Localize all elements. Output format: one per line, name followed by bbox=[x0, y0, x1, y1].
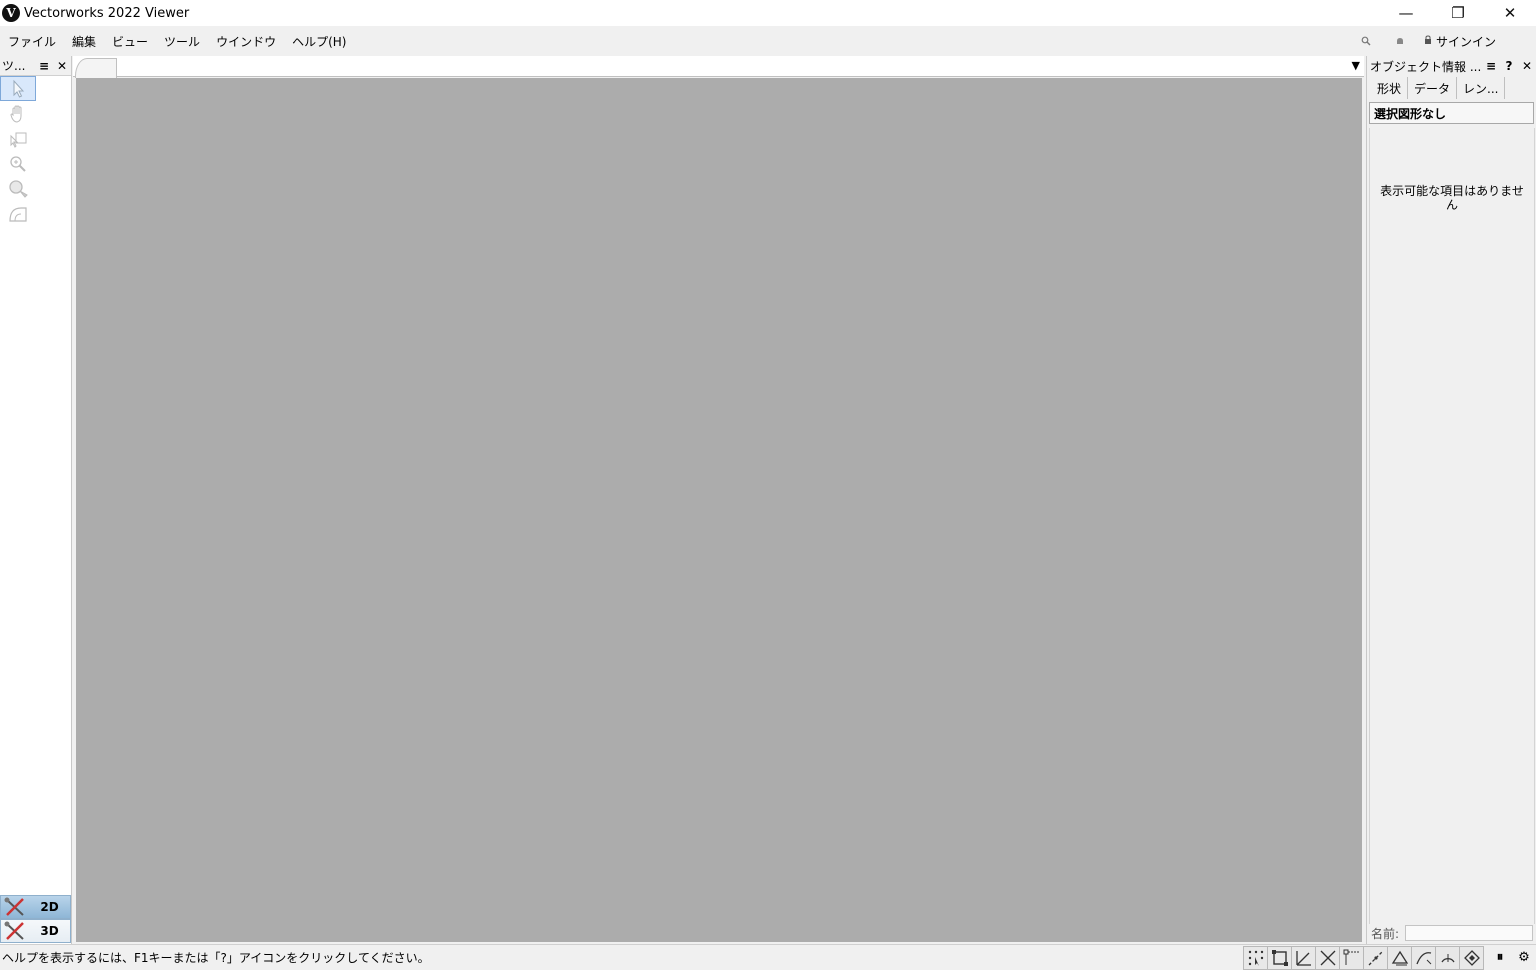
snap-tangent-icon bbox=[1368, 950, 1383, 965]
title-bar: V Vectorworks 2022 Viewer — ❐ ✕ bbox=[0, 0, 1536, 26]
menu-help[interactable]: ヘルプ(H) bbox=[284, 26, 354, 56]
sign-in-label: サインイン bbox=[1435, 34, 1496, 49]
tool-zoom[interactable] bbox=[0, 151, 36, 176]
tool-flyover[interactable] bbox=[0, 126, 36, 151]
tool-protractor[interactable] bbox=[0, 201, 36, 226]
selection-status: 選択図形なし bbox=[1369, 102, 1534, 124]
snap-arc-icon bbox=[1440, 953, 1455, 962]
flyover-icon bbox=[10, 132, 27, 148]
snap-object-button[interactable] bbox=[1267, 945, 1292, 970]
tool-selection[interactable] bbox=[0, 76, 36, 101]
menu-view[interactable]: ビュー bbox=[104, 26, 156, 56]
smart-edge-button[interactable] bbox=[1387, 945, 1412, 970]
help-hint-text: ヘルプを表示するには、F1キーまたは「?」アイコンをクリックしてください。 bbox=[2, 951, 430, 965]
notification-icon[interactable] bbox=[1390, 31, 1410, 51]
document-area: ▼ bbox=[73, 56, 1364, 944]
tool-walkthrough[interactable] bbox=[0, 176, 36, 201]
vectorworks-logo-icon: V bbox=[2, 4, 20, 22]
menu-edit[interactable]: 編集 bbox=[64, 26, 104, 56]
toolset-2d-label: 2D bbox=[40, 900, 59, 914]
window-controls: — ❐ ✕ bbox=[1380, 0, 1536, 26]
tools-2d-icon bbox=[1, 896, 29, 918]
snap-intersection-button[interactable] bbox=[1315, 945, 1340, 970]
walkthrough-icon bbox=[9, 179, 28, 198]
empty-message: 表示可能な項目はありません bbox=[1380, 184, 1524, 212]
protractor-icon bbox=[9, 206, 27, 222]
name-label: 名前: bbox=[1371, 926, 1400, 941]
window-title: Vectorworks 2022 Viewer bbox=[24, 5, 190, 21]
oip-header: オブジェクト情報 ... ≡ ? ✕ bbox=[1367, 56, 1536, 76]
document-tab-strip: ▼ bbox=[73, 56, 1364, 78]
tab-shape[interactable]: 形状 bbox=[1371, 77, 1409, 99]
drawing-canvas[interactable] bbox=[76, 78, 1362, 942]
snap-grid-icon bbox=[1248, 950, 1263, 966]
oip-help-icon[interactable]: ? bbox=[1500, 57, 1518, 75]
sign-in-button[interactable]: サインイン bbox=[1424, 33, 1496, 50]
close-button[interactable]: ✕ bbox=[1484, 0, 1536, 26]
snap-toolbar bbox=[1243, 945, 1484, 970]
settings-gear-icon[interactable]: ⚙ bbox=[1512, 946, 1536, 970]
toolset-3d-button[interactable]: 3D bbox=[0, 919, 71, 943]
pan-hand-icon bbox=[10, 104, 22, 123]
snap-angle-button[interactable] bbox=[1291, 945, 1316, 970]
smart-point-icon bbox=[1415, 951, 1431, 964]
snap-surface-button[interactable] bbox=[1459, 945, 1484, 970]
name-field[interactable] bbox=[1405, 925, 1534, 941]
minimize-button[interactable]: — bbox=[1380, 0, 1432, 26]
oip-title: オブジェクト情報 ... bbox=[1370, 59, 1482, 74]
toolset-2d-button[interactable]: 2D bbox=[0, 895, 71, 919]
menu-tools[interactable]: ツール bbox=[156, 26, 208, 56]
snap-surface-icon bbox=[1463, 949, 1480, 966]
document-tab[interactable] bbox=[75, 58, 117, 78]
tab-list-dropdown-icon[interactable]: ▼ bbox=[1352, 59, 1360, 72]
palette-menu-icon[interactable]: ≡ bbox=[35, 57, 53, 75]
menu-window[interactable]: ウインドウ bbox=[208, 26, 284, 56]
tool-pan[interactable] bbox=[0, 101, 36, 126]
oip-tabs: 形状 データ レン... bbox=[1367, 77, 1536, 99]
menu-bar: ファイル 編集 ビュー ツール ウインドウ ヘルプ(H) サインイン bbox=[0, 26, 1536, 56]
snap-distance-button[interactable] bbox=[1339, 945, 1364, 970]
snap-arc-button[interactable] bbox=[1435, 945, 1460, 970]
snap-angle-icon bbox=[1295, 950, 1311, 966]
snap-intersection-icon bbox=[1320, 950, 1335, 965]
snap-tangent-button[interactable] bbox=[1363, 945, 1388, 970]
tab-render[interactable]: レン... bbox=[1457, 77, 1506, 99]
menu-file[interactable]: ファイル bbox=[0, 26, 64, 56]
tool-palette-title: ツ... bbox=[2, 59, 26, 73]
toolset-3d-label: 3D bbox=[40, 924, 59, 938]
tab-data[interactable]: データ bbox=[1408, 77, 1458, 99]
object-info-palette: オブジェクト情報 ... ≡ ? ✕ 形状 データ レン... 選択図形なし 表… bbox=[1366, 56, 1536, 944]
tool-palette-header: ツ... ≡ ✕ bbox=[0, 56, 71, 76]
name-row: 名前: bbox=[1371, 924, 1535, 942]
palette-close-icon[interactable]: ✕ bbox=[53, 57, 71, 75]
select-arrow-icon bbox=[13, 79, 25, 98]
menu-right-area: サインイン bbox=[1356, 26, 1496, 56]
oip-menu-icon[interactable]: ≡ bbox=[1482, 57, 1500, 75]
status-bar: ヘルプを表示するには、F1キーまたは「?」アイコンをクリックしてください。 ⏸ … bbox=[0, 944, 1536, 970]
snap-distance-icon bbox=[1343, 949, 1359, 965]
oip-body: 表示可能な項目はありません bbox=[1369, 128, 1535, 924]
oip-close-icon[interactable]: ✕ bbox=[1518, 57, 1536, 75]
snap-object-icon bbox=[1271, 949, 1288, 966]
zoom-icon bbox=[10, 155, 26, 172]
smart-edge-icon bbox=[1391, 950, 1408, 965]
search-icon[interactable] bbox=[1356, 31, 1376, 51]
lock-icon bbox=[1424, 35, 1432, 47]
pause-icon[interactable]: ⏸ bbox=[1488, 946, 1512, 970]
tools-3d-icon bbox=[1, 920, 29, 942]
restore-button[interactable]: ❐ bbox=[1432, 0, 1484, 26]
smart-point-button[interactable] bbox=[1411, 945, 1436, 970]
snap-grid-button[interactable] bbox=[1243, 945, 1268, 970]
tool-palette: ツ... ≡ ✕ 2D 3D bbox=[0, 56, 72, 944]
